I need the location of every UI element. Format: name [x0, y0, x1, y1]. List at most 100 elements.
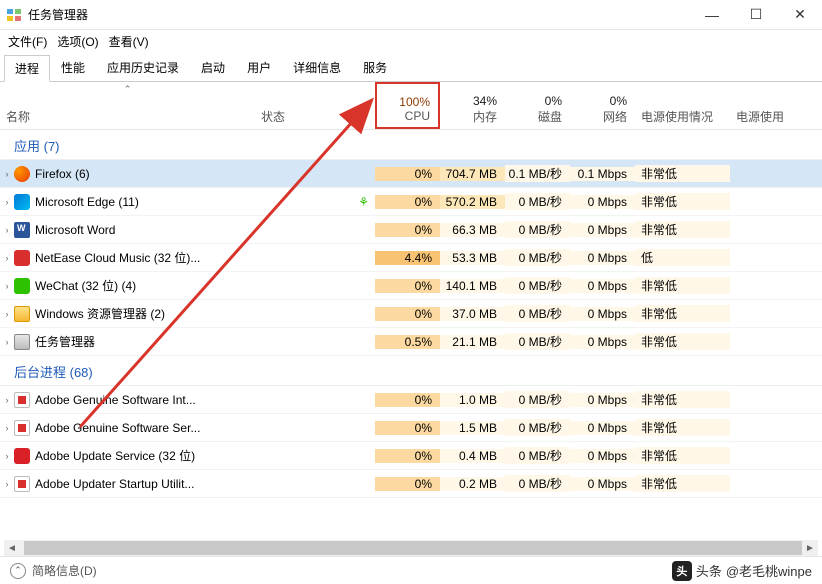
process-name: Adobe Genuine Software Int... — [35, 393, 196, 407]
expand-icon[interactable]: › — [0, 337, 14, 347]
expand-icon[interactable]: › — [0, 281, 14, 291]
adobe-icon — [14, 476, 30, 492]
horizontal-scrollbar[interactable]: ◄ ► — [4, 540, 818, 556]
edge-icon — [14, 194, 30, 210]
process-name: Windows 资源管理器 (2) — [35, 305, 165, 322]
header-power-usage[interactable]: 电源使用情况 — [635, 82, 730, 129]
footer: ⌃ 简略信息(D) 头 头条 @老毛桃winpe — [0, 556, 822, 584]
header-name[interactable]: ⌃ 名称 — [0, 82, 255, 129]
process-name-cell: NetEase Cloud Music (32 位)... — [14, 249, 255, 266]
tab-app-history[interactable]: 应用历史记录 — [96, 54, 190, 81]
process-name-cell: Firefox (6) — [14, 166, 255, 182]
table-row[interactable]: ›WeChat (32 位) (4)0%140.1 MB0 MB/秒0 Mbps… — [0, 272, 822, 300]
fewer-details-button[interactable]: ⌃ 简略信息(D) — [10, 562, 97, 579]
menu-options[interactable]: 选项(O) — [57, 33, 98, 50]
process-name: NetEase Cloud Music (32 位)... — [35, 249, 200, 266]
header-disk[interactable]: 0% 磁盘 — [505, 82, 570, 129]
tab-processes[interactable]: 进程 — [4, 55, 50, 82]
process-name: Adobe Genuine Software Ser... — [35, 421, 200, 435]
table-row[interactable]: ›Adobe Genuine Software Ser...0%1.5 MB0 … — [0, 414, 822, 442]
memory-cell: 0.4 MB — [440, 449, 505, 463]
cpu-cell: 0% — [375, 421, 440, 435]
minimize-button[interactable]: — — [690, 0, 734, 30]
process-name: Microsoft Edge (11) — [35, 195, 139, 209]
cpu-cell: 0.5% — [375, 335, 440, 349]
tab-details[interactable]: 详细信息 — [282, 54, 352, 81]
header-memory[interactable]: 34% 内存 — [440, 82, 505, 129]
table-row[interactable]: ›Adobe Updater Startup Utilit...0%0.2 MB… — [0, 470, 822, 498]
process-name-cell: 任务管理器 — [14, 333, 255, 350]
memory-cell: 1.0 MB — [440, 393, 505, 407]
network-cell: 0 Mbps — [570, 195, 635, 209]
process-name: Microsoft Word — [35, 223, 115, 237]
power-cell: 非常低 — [635, 333, 730, 350]
header-cpu[interactable]: 100% CPU — [375, 82, 440, 129]
menu-file[interactable]: 文件(F) — [8, 33, 47, 50]
window-title: 任务管理器 — [28, 6, 690, 23]
tab-services[interactable]: 服务 — [352, 54, 398, 81]
expand-icon[interactable]: › — [0, 197, 14, 207]
memory-cell: 570.2 MB — [440, 195, 505, 209]
expand-icon[interactable]: › — [0, 479, 14, 489]
disk-cell: 0 MB/秒 — [505, 305, 570, 322]
power-cell: 非常低 — [635, 193, 730, 210]
network-cell: 0.1 Mbps — [570, 167, 635, 181]
expand-icon[interactable]: › — [0, 225, 14, 235]
scroll-right-icon[interactable]: ► — [802, 543, 818, 554]
disk-cell: 0 MB/秒 — [505, 333, 570, 350]
cpu-cell: 4.4% — [375, 251, 440, 265]
expand-icon[interactable]: › — [0, 169, 14, 179]
group-apps: 应用 (7) — [0, 130, 822, 160]
process-name-cell: Microsoft Edge (11) — [14, 194, 255, 210]
cpu-cell: 0% — [375, 393, 440, 407]
table-row[interactable]: ›Microsoft Edge (11)⚘0%570.2 MB0 MB/秒0 M… — [0, 188, 822, 216]
network-cell: 0 Mbps — [570, 307, 635, 321]
adobe-icon — [14, 392, 30, 408]
expand-icon[interactable]: › — [0, 423, 14, 433]
table-row[interactable]: ›Firefox (6)0%704.7 MB0.1 MB/秒0.1 Mbps非常… — [0, 160, 822, 188]
menu-view[interactable]: 查看(V) — [109, 33, 149, 50]
table-row[interactable]: ›任务管理器0.5%21.1 MB0 MB/秒0 Mbps非常低 — [0, 328, 822, 356]
scroll-thumb[interactable] — [24, 541, 802, 555]
network-cell: 0 Mbps — [570, 477, 635, 491]
table-row[interactable]: ›Windows 资源管理器 (2)0%37.0 MB0 MB/秒0 Mbps非… — [0, 300, 822, 328]
expand-icon[interactable]: › — [0, 253, 14, 263]
memory-cell: 1.5 MB — [440, 421, 505, 435]
adobe-icon — [14, 420, 30, 436]
expand-icon[interactable]: › — [0, 451, 14, 461]
scroll-left-icon[interactable]: ◄ — [4, 543, 20, 554]
table-row[interactable]: ›Microsoft Word0%66.3 MB0 MB/秒0 Mbps非常低 — [0, 216, 822, 244]
netease-icon — [14, 250, 30, 266]
maximize-button[interactable]: ☐ — [734, 0, 778, 30]
expand-icon[interactable]: › — [0, 309, 14, 319]
disk-cell: 0 MB/秒 — [505, 447, 570, 464]
column-headers: ⌃ 名称 状态 100% CPU 34% 内存 0% 磁盘 0% 网络 电源使用… — [0, 82, 822, 130]
tab-users[interactable]: 用户 — [236, 54, 282, 81]
header-power-usage-trend[interactable]: 电源使用 — [730, 82, 810, 129]
close-button[interactable]: ✕ — [778, 0, 822, 30]
disk-cell: 0.1 MB/秒 — [505, 165, 570, 182]
process-name: Adobe Updater Startup Utilit... — [35, 477, 194, 491]
table-row[interactable]: ›NetEase Cloud Music (32 位)...4.4%53.3 M… — [0, 244, 822, 272]
process-name-cell: WeChat (32 位) (4) — [14, 277, 255, 294]
tab-performance[interactable]: 性能 — [50, 54, 96, 81]
tab-bar: 进程 性能 应用历史记录 启动 用户 详细信息 服务 — [0, 54, 822, 82]
header-status[interactable]: 状态 — [255, 82, 375, 129]
table-row[interactable]: › Adobe Genuine Software Int... 0%1.0 MB0 … — [0, 386, 822, 414]
cpu-cell: 0% — [375, 279, 440, 293]
table-row[interactable]: ›Adobe Update Service (32 位)0%0.4 MB0 MB… — [0, 442, 822, 470]
power-cell: 非常低 — [635, 391, 730, 408]
disk-cell: 0 MB/秒 — [505, 221, 570, 238]
power-cell: 非常低 — [635, 165, 730, 182]
header-network[interactable]: 0% 网络 — [570, 82, 635, 129]
menubar: 文件(F) 选项(O) 查看(V) — [0, 30, 822, 52]
cpu-cell: 0% — [375, 195, 440, 209]
app-icon — [6, 7, 22, 23]
process-name-cell: Microsoft Word — [14, 222, 255, 238]
expand-icon[interactable]: › — [0, 395, 14, 405]
firefox-icon — [14, 166, 30, 182]
tab-startup[interactable]: 启动 — [190, 54, 236, 81]
cpu-cell: 0% — [375, 167, 440, 181]
disk-cell: 0 MB/秒 — [505, 391, 570, 408]
sort-caret-icon: ⌃ — [124, 84, 132, 95]
